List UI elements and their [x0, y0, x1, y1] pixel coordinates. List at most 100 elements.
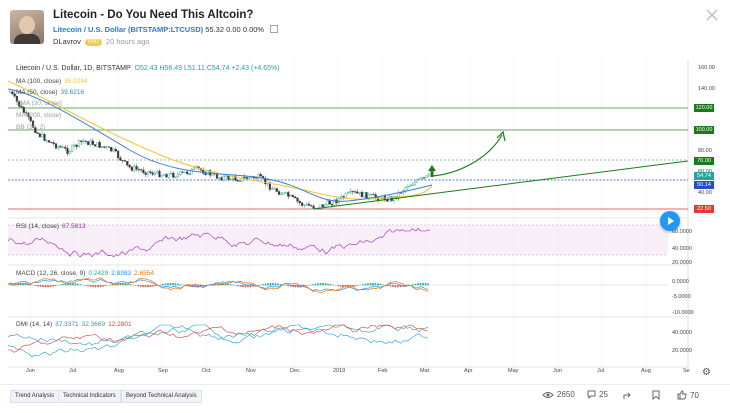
- thumbs-up-icon: [677, 390, 687, 400]
- candle-body: [223, 177, 225, 181]
- views-value: 2650: [557, 390, 575, 399]
- candle-body: [129, 165, 131, 167]
- macd-histogram-bar: [417, 283, 419, 285]
- author-avatar[interactable]: [10, 10, 44, 44]
- macd-axis-label: -5.0000: [672, 294, 691, 300]
- legend-bb[interactable]: BB (20, 2): [16, 124, 45, 131]
- macd-histogram-bar: [370, 283, 372, 285]
- macd-histogram-bar: [427, 283, 429, 285]
- external-link-icon[interactable]: [270, 25, 278, 33]
- macd-axis-label: -10.0000: [672, 310, 694, 316]
- price-tag-70: 70.00: [694, 157, 714, 165]
- legend-dmi-plus: 32.3669: [82, 321, 106, 328]
- macd-histogram-bar: [165, 284, 167, 286]
- price-tag-last: 54.74: [694, 172, 714, 180]
- legend-ma200-label: MA (200, close): [16, 112, 61, 119]
- candle-body: [159, 171, 161, 177]
- candle-body: [244, 177, 246, 178]
- macd-histogram-bar: [90, 285, 92, 287]
- candle-body: [85, 141, 87, 142]
- symbol-change-pct: 0.00%: [243, 25, 264, 34]
- candle-body: [260, 174, 262, 176]
- tag-trend-analysis[interactable]: Trend Analysis: [10, 390, 59, 403]
- candle-body: [44, 134, 46, 140]
- legend-macd-label: MACD (12, 26, close, 9): [16, 270, 85, 277]
- publish-time: 20 hours ago: [106, 37, 150, 46]
- macd-histogram-bar: [85, 285, 87, 286]
- chart-area[interactable]: Litecoin / U.S. Dollar, 1D, BITSTAMP O52…: [8, 59, 722, 381]
- macd-histogram-bar: [380, 284, 382, 285]
- dmi-plus-line: [8, 325, 428, 357]
- legend-macd[interactable]: MACD (12, 26, close, 9)0.24292.89832.655…: [16, 270, 154, 277]
- legend-ma100-value: 35.0294: [64, 78, 88, 85]
- tag-beyond-technical-analysis[interactable]: Beyond Technical Analysis: [121, 390, 202, 403]
- legend-ma100[interactable]: MA (100, close)35.0294: [16, 78, 88, 85]
- candle-body: [143, 170, 145, 173]
- legend-ma50[interactable]: MA (50, close)39.6216: [16, 89, 84, 96]
- candle-body: [117, 151, 119, 158]
- macd-histogram-bar: [135, 285, 137, 286]
- candle-body: [11, 92, 13, 94]
- candle-body: [120, 158, 122, 160]
- macd-histogram-bar: [422, 283, 424, 285]
- legend-dmi[interactable]: DMI (14, 14)37.337132.366912.2801: [16, 321, 132, 328]
- candle-body: [186, 172, 188, 174]
- price-axis-label: 160.00: [698, 65, 715, 71]
- legend-rsi[interactable]: RSI (14, close)67.5813: [16, 223, 86, 230]
- price-axis-label: 80.00: [698, 148, 712, 154]
- macd-histogram-bar: [362, 284, 364, 285]
- like-button[interactable]: 70: [677, 390, 699, 400]
- likes-value: 70: [690, 391, 699, 400]
- macd-histogram-bar: [180, 284, 182, 285]
- candle-body: [421, 178, 423, 179]
- candle-body: [373, 194, 375, 195]
- macd-histogram-bar: [155, 285, 157, 286]
- chart-canvas[interactable]: [8, 59, 722, 381]
- comments-button[interactable]: 25: [587, 390, 608, 399]
- candle-body: [274, 189, 276, 190]
- candle-body: [361, 192, 363, 197]
- candle-body: [193, 168, 195, 169]
- gear-icon[interactable]: ⚙: [702, 367, 711, 378]
- macd-histogram-bar: [235, 285, 237, 286]
- candle-body: [149, 172, 151, 173]
- author-name[interactable]: DLavrov: [53, 37, 81, 46]
- bookmark-button[interactable]: [652, 390, 663, 400]
- candle-body: [92, 141, 94, 145]
- idea-title: Litecoin - Do You Need This Altcoin?: [53, 9, 253, 21]
- time-axis-label: Mar: [420, 368, 429, 374]
- candle-body: [292, 195, 294, 197]
- tag-technical-indicators[interactable]: Technical Indicators: [58, 390, 121, 403]
- macd-histogram-bar: [420, 283, 422, 285]
- candle-body: [255, 178, 257, 179]
- macd-histogram-bar: [102, 285, 104, 287]
- candle-body: [163, 174, 165, 175]
- share-button[interactable]: [622, 390, 635, 400]
- legend-ma200[interactable]: MA (200, close): [16, 112, 61, 119]
- dmi-axis-label: 40.0000: [672, 330, 692, 336]
- macd-histogram-bar: [390, 285, 392, 287]
- macd-histogram-bar: [307, 285, 309, 286]
- author-line: DLavrovPRO20 hours ago: [53, 37, 150, 46]
- price-tag-120: 120.00: [694, 104, 714, 112]
- legend-ema[interactable]: EMA (20, close): [16, 100, 62, 107]
- candle-body: [83, 141, 85, 142]
- candle-body: [172, 173, 174, 177]
- candle-body: [133, 166, 135, 170]
- macd-histogram-bar: [312, 284, 314, 285]
- candle-body: [308, 204, 310, 206]
- symbol-link[interactable]: Litecoin / U.S. Dollar (BITSTAMP:LTCUSD): [53, 25, 203, 34]
- comments-value: 25: [599, 390, 608, 399]
- macd-histogram-bar: [327, 284, 329, 286]
- play-replay-button[interactable]: [660, 211, 680, 231]
- ma100-line: [8, 81, 432, 199]
- ohlc-change: +2.43 (+4.65%): [231, 65, 279, 72]
- candle-body: [304, 205, 306, 206]
- candle-body: [131, 167, 133, 170]
- candle-body: [154, 173, 156, 174]
- macd-histogram-bar: [277, 284, 279, 286]
- close-icon[interactable]: [705, 8, 719, 22]
- macd-histogram-bar: [275, 283, 277, 285]
- candle-body: [313, 206, 315, 208]
- candle-body: [161, 175, 163, 177]
